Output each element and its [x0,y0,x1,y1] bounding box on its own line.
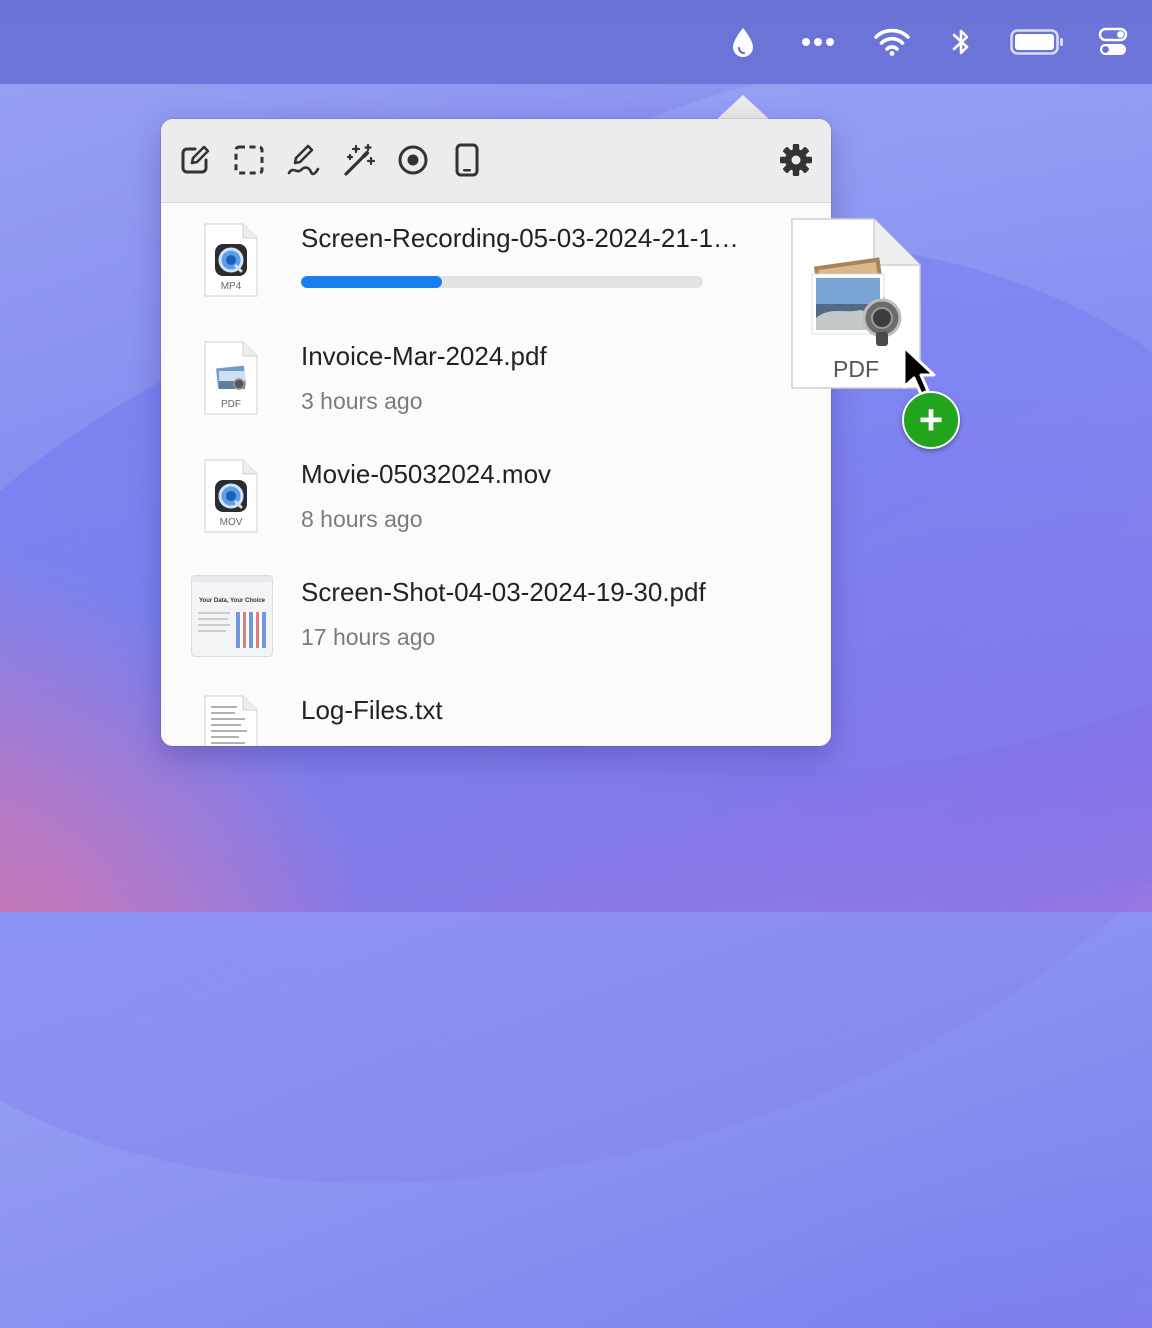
droplet-icon[interactable] [728,24,758,60]
capture-area-icon[interactable] [232,143,266,177]
pdf-file-icon: PDF [203,341,259,415]
bluetooth-icon[interactable] [950,24,972,60]
file-name: Invoice-Mar-2024.pdf [301,341,547,371]
file-type-label: PDF [221,399,241,410]
list-item[interactable]: PDF Invoice-Mar-2024.pdf 3 hours ago [161,321,831,440]
upload-progress-bar [301,276,703,288]
file-shelf-popover: MP4 Screen-Recording-05-03-2024-21-1… PD… [161,119,831,746]
file-name: Screen-Recording-05-03-2024-21-1… [301,223,739,253]
list-item[interactable]: MOV Movie-05032024.mov 8 hours ago [161,439,831,558]
record-icon[interactable] [396,143,430,177]
gear-icon[interactable] [779,143,813,177]
file-type-label: MP4 [220,281,242,292]
video-file-icon: MOV [203,459,259,533]
device-icon[interactable] [450,143,484,177]
control-center-icon[interactable] [1097,24,1129,60]
battery-icon[interactable] [1010,24,1064,60]
file-name: Movie-05032024.mov [301,459,552,489]
file-type-label: MOV [219,517,243,528]
progress-fill [301,276,442,288]
menu-bar [0,0,1152,84]
wifi-icon[interactable] [873,24,911,60]
file-name: Screen-Shot-04-03-2024-19-30.pdf [301,577,706,607]
ellipsis-icon[interactable] [800,24,836,60]
thumbnail-title: Your Data, Your Choice [198,598,265,604]
annotate-icon[interactable] [178,143,212,177]
file-timestamp: 3 hours ago [301,388,423,414]
magic-wand-icon[interactable] [342,143,376,177]
file-timestamp: 17 hours ago [301,624,436,650]
add-badge-icon: + [902,391,960,449]
list-item[interactable]: Your Data, Your Choice Screen-Shot-04-03… [161,557,831,676]
video-file-icon: MP4 [203,223,259,297]
list-item[interactable]: MP4 Screen-Recording-05-03-2024-21-1… [161,203,831,322]
file-name: Log-Files.txt [301,695,443,725]
signature-icon[interactable] [286,143,320,177]
toolbar [161,119,831,203]
popover-arrow [716,95,770,120]
file-timestamp: 8 hours ago [301,506,423,532]
list-item[interactable]: Log-Files.txt [161,675,831,746]
screenshot-thumbnail: Your Data, Your Choice [191,575,273,657]
text-file-icon [203,695,259,746]
